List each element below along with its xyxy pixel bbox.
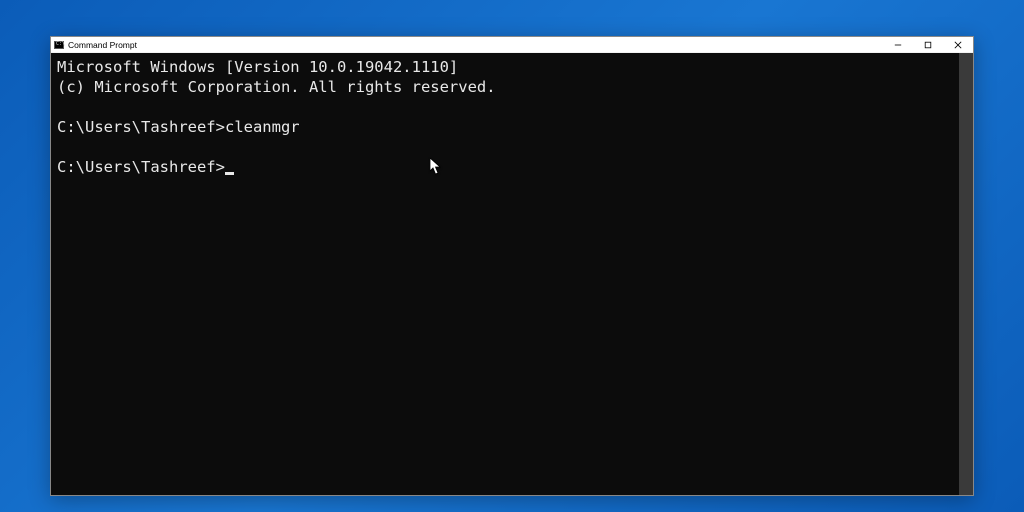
- cursor: [225, 172, 234, 175]
- terminal-line-version: Microsoft Windows [Version 10.0.19042.11…: [57, 57, 967, 77]
- maximize-button[interactable]: [913, 37, 943, 52]
- close-icon: [954, 41, 962, 49]
- minimize-button[interactable]: [883, 37, 913, 52]
- prompt-path: C:\Users\Tashreef>: [57, 157, 225, 177]
- terminal-area[interactable]: Microsoft Windows [Version 10.0.19042.11…: [51, 53, 973, 495]
- close-button[interactable]: [943, 37, 973, 52]
- prompt-command: cleanmgr: [225, 117, 300, 137]
- window-titlebar[interactable]: C:\ Command Prompt: [51, 37, 973, 53]
- terminal-prompt-1: C:\Users\Tashreef>cleanmgr: [57, 117, 967, 137]
- cmd-icon: C:\: [54, 41, 64, 49]
- terminal-blank-line: [57, 97, 967, 117]
- prompt-path: C:\Users\Tashreef>: [57, 117, 225, 137]
- minimize-icon: [894, 41, 902, 49]
- terminal-line-copyright: (c) Microsoft Corporation. All rights re…: [57, 77, 967, 97]
- window-controls: [883, 37, 973, 52]
- terminal-blank-line: [57, 137, 967, 157]
- maximize-icon: [924, 41, 932, 49]
- window-title: Command Prompt: [68, 40, 137, 50]
- scrollbar[interactable]: [959, 53, 973, 495]
- command-prompt-window: C:\ Command Prompt Microsoft Windows [Ve…: [50, 36, 974, 496]
- titlebar-left: C:\ Command Prompt: [54, 40, 137, 50]
- terminal-prompt-2: C:\Users\Tashreef>: [57, 157, 967, 177]
